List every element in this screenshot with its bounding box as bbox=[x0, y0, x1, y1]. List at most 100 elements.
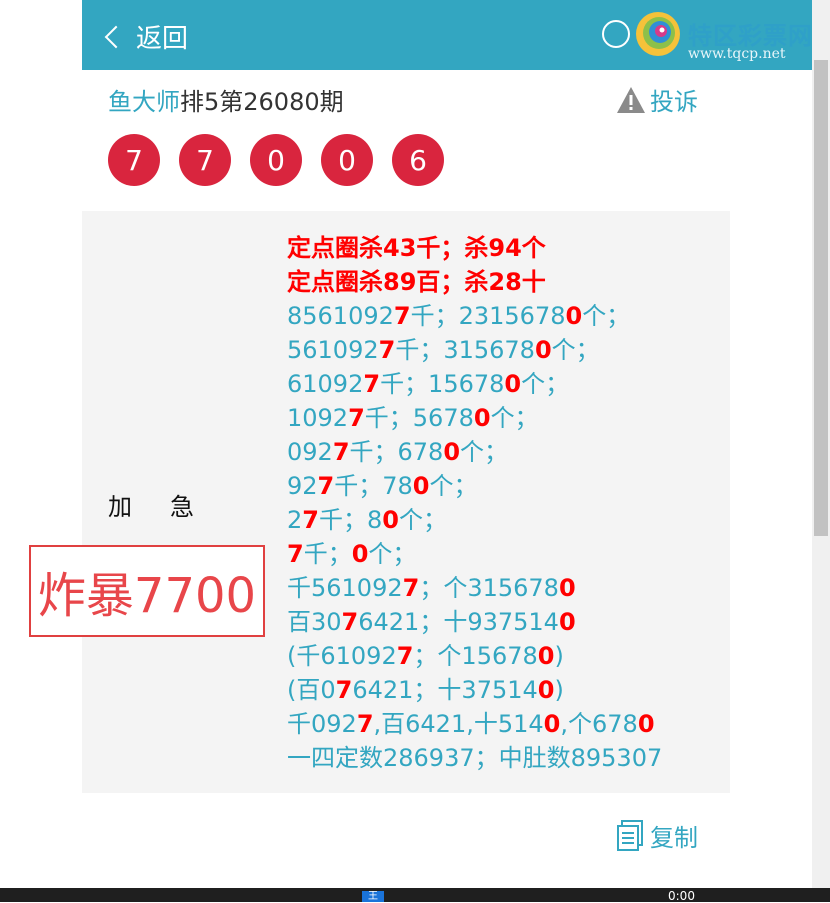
result-balls: 7 7 0 0 6 bbox=[108, 134, 463, 186]
result-ball: 7 bbox=[179, 134, 231, 186]
line-text: 个； bbox=[490, 404, 539, 432]
line-text: ；个15678 bbox=[413, 642, 538, 670]
line-text: 92 bbox=[287, 472, 318, 500]
highlight-digit: 7 bbox=[348, 404, 365, 432]
highlight-digit: 0 bbox=[543, 710, 561, 738]
urgent-label: 加急 bbox=[108, 493, 232, 521]
line-text: ；个315678 bbox=[419, 574, 559, 602]
highlight-digit: 7 bbox=[332, 438, 350, 466]
site-watermark: 特区彩票网 www.tqcp.net bbox=[630, 6, 830, 66]
author-name[interactable]: 鱼大师 bbox=[108, 88, 180, 116]
line-text: 千；678 bbox=[349, 438, 444, 466]
line-text: ,个678 bbox=[560, 710, 638, 738]
line-text: 一四定数286937；中肚数895307 bbox=[287, 744, 663, 772]
highlight-digit: 0 bbox=[351, 540, 369, 568]
line-text: 个； bbox=[521, 370, 570, 398]
prediction-line: 5610927千；3156780个； bbox=[287, 333, 662, 367]
result-ball: 0 bbox=[250, 134, 302, 186]
highlight-digit: 7 bbox=[378, 336, 396, 364]
line-text: (百0 bbox=[287, 676, 336, 704]
line-text: ) bbox=[554, 676, 564, 704]
prediction-panel: 加急 定点圈杀43千；杀94个 定点圈杀89百；杀28十 85610927千；231… bbox=[82, 211, 730, 793]
highlight-digit: 0 bbox=[534, 336, 552, 364]
highlight-digit: 7 bbox=[341, 608, 359, 636]
highlight-digit: 0 bbox=[412, 472, 430, 500]
prediction-line: (千610927；个156780) bbox=[287, 639, 662, 673]
highlight-digit: 7 bbox=[302, 506, 319, 534]
highlight-digit: 定点圈杀89百；杀28十 bbox=[287, 268, 546, 296]
copy-button[interactable]: 复制 bbox=[616, 818, 698, 853]
line-text: 1092 bbox=[287, 404, 349, 432]
complain-button[interactable]: 投诉 bbox=[616, 82, 698, 117]
line-text: 千；315678 bbox=[395, 336, 535, 364]
prediction-line: 927千；780个； bbox=[287, 469, 662, 503]
prediction-line: (百076421；十375140) bbox=[287, 673, 662, 707]
scrollbar-thumb[interactable] bbox=[814, 60, 828, 536]
page-title: 鱼大师排5第26080期 bbox=[108, 82, 344, 117]
issue-title: 排5第26080期 bbox=[180, 88, 344, 116]
highlight-digit: 7 bbox=[393, 302, 411, 330]
highlight-digit: 0 bbox=[637, 710, 655, 738]
line-text: ,百6421,十514 bbox=[373, 710, 544, 738]
prediction-line: 7千；0个； bbox=[287, 537, 662, 571]
highlight-digit: 0 bbox=[504, 370, 522, 398]
highlight-digit: 0 bbox=[565, 302, 583, 330]
search-icon[interactable] bbox=[602, 20, 630, 48]
line-text: 个； bbox=[582, 302, 631, 330]
line-text: 个； bbox=[551, 336, 600, 364]
page: 返回 鱼大师排5第26080期 投诉 7 7 0 0 6 加急 定点圈杀43千；… bbox=[82, 0, 812, 888]
result-ball: 0 bbox=[321, 134, 373, 186]
prediction-line: 610927千；156780个； bbox=[287, 367, 662, 401]
prediction-line: 10927千；56780个； bbox=[287, 401, 662, 435]
stamp-overlay: 炸暴7700 bbox=[29, 545, 265, 637]
line-text: 千；78 bbox=[334, 472, 413, 500]
prediction-line: 一四定数286937；中肚数895307 bbox=[287, 741, 662, 775]
highlight-digit: 7 bbox=[287, 540, 304, 568]
prediction-line: 百3076421；十9375140 bbox=[287, 605, 662, 639]
prediction-line: 85610927千；23156780个； bbox=[287, 299, 662, 333]
line-text: 个； bbox=[460, 438, 509, 466]
prediction-line: 定点圈杀89百；杀28十 bbox=[287, 265, 662, 299]
line-text: 092 bbox=[287, 438, 333, 466]
prediction-lines: 定点圈杀43千；杀94个 定点圈杀89百；杀28十 85610927千；231567… bbox=[287, 231, 662, 775]
highlight-digit: 7 bbox=[317, 472, 335, 500]
swirl-logo-icon bbox=[636, 12, 680, 56]
result-ball: 6 bbox=[392, 134, 444, 186]
line-text: 个； bbox=[429, 472, 478, 500]
line-text: 千；2315678 bbox=[410, 302, 566, 330]
line-text: 千；5678 bbox=[364, 404, 474, 432]
prediction-line: 0927千；6780个； bbox=[287, 435, 662, 469]
highlight-digit: 0 bbox=[537, 642, 555, 670]
warning-icon bbox=[617, 86, 645, 113]
line-text: 8561092 bbox=[287, 302, 394, 330]
highlight-digit: 0 bbox=[558, 608, 576, 636]
prediction-line: 定点圈杀43千；杀94个 bbox=[287, 231, 662, 265]
line-text: 61092 bbox=[287, 370, 364, 398]
line-text: 2 bbox=[287, 506, 303, 534]
highlight-digit: 0 bbox=[382, 506, 399, 534]
copy-label: 复制 bbox=[650, 824, 698, 852]
highlight-digit: 7 bbox=[402, 574, 420, 602]
prediction-line: 千5610927；个3156780 bbox=[287, 571, 662, 605]
line-text: 6421；十937514 bbox=[358, 608, 559, 636]
highlight-digit: 0 bbox=[473, 404, 491, 432]
clock: 0:00 bbox=[668, 889, 695, 903]
back-button[interactable]: 返回 bbox=[104, 18, 188, 54]
chevron-left-icon bbox=[104, 25, 128, 49]
line-text: 百30 bbox=[287, 608, 342, 636]
highlight-digit: 0 bbox=[443, 438, 461, 466]
line-text: ) bbox=[554, 642, 564, 670]
highlight-digit: 0 bbox=[558, 574, 576, 602]
complain-label: 投诉 bbox=[650, 88, 698, 116]
highlight-digit: 7 bbox=[396, 642, 414, 670]
line-text: 个； bbox=[368, 540, 417, 568]
line-text: 千；15678 bbox=[380, 370, 505, 398]
highlight-digit: 7 bbox=[363, 370, 381, 398]
line-text: 千；8 bbox=[318, 506, 383, 534]
line-text: (千61092 bbox=[287, 642, 397, 670]
line-text: 个； bbox=[398, 506, 447, 534]
highlight-digit: 0 bbox=[537, 676, 555, 704]
ime-icon[interactable]: 王 bbox=[362, 891, 384, 902]
line-text: 561092 bbox=[287, 336, 379, 364]
prediction-line: 千0927,百6421,十5140,个6780 bbox=[287, 707, 662, 741]
